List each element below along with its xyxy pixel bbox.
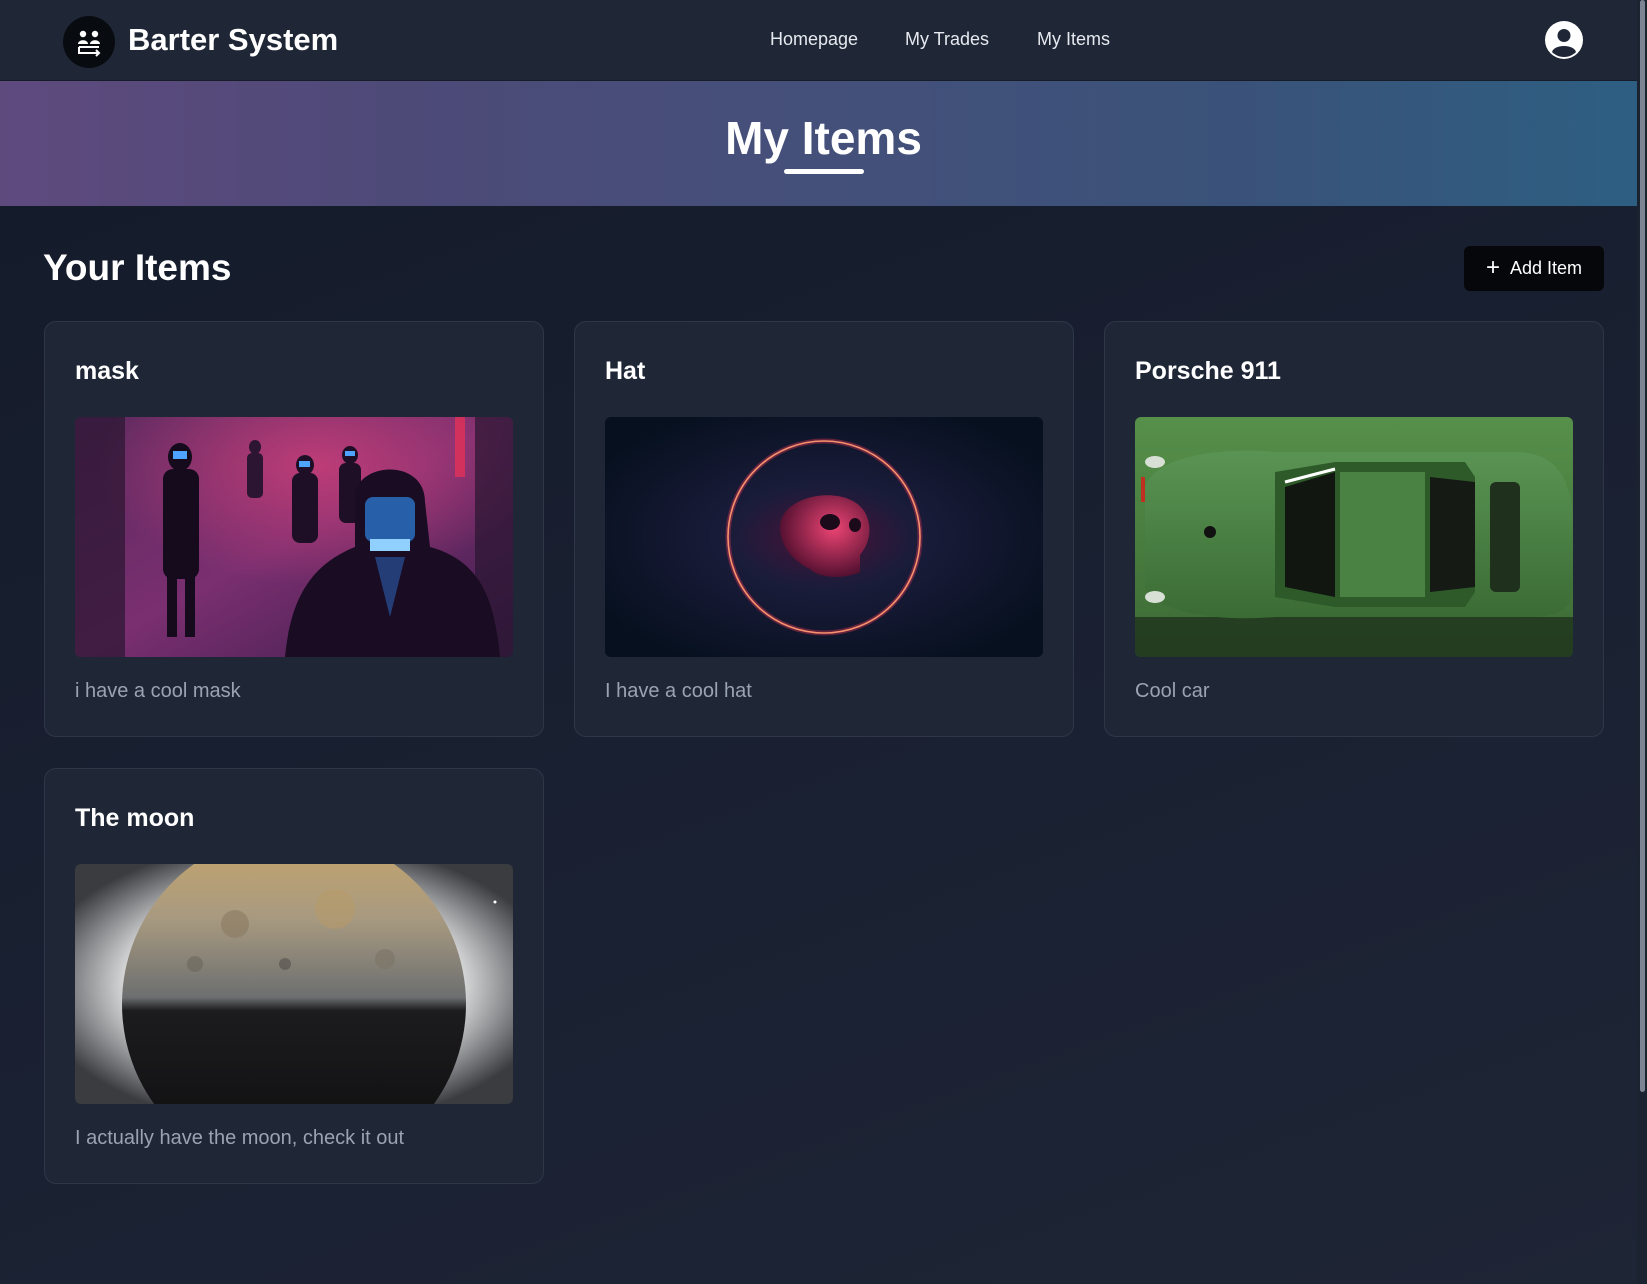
item-description: I actually have the moon, check it out xyxy=(75,1127,405,1149)
item-card[interactable]: mask i have a cool mask xyxy=(44,321,544,737)
plus-icon: + xyxy=(1485,253,1500,281)
title-underline xyxy=(784,169,864,174)
item-title: mask xyxy=(75,357,139,385)
item-image-porsche xyxy=(1135,417,1573,657)
nav-my-trades[interactable]: My Trades xyxy=(905,29,989,50)
section-title: Your Items xyxy=(43,247,232,288)
user-circle-icon[interactable] xyxy=(1545,21,1583,59)
nav-my-items[interactable]: My Items xyxy=(1037,29,1110,50)
item-title: Porsche 911 xyxy=(1135,357,1281,385)
add-item-label: Add Item xyxy=(1509,258,1583,278)
page-title: My Items xyxy=(725,112,922,164)
item-description: i have a cool mask xyxy=(75,680,241,702)
item-card[interactable]: Hat I have a cool hat xyxy=(574,321,1074,737)
brand-title[interactable]: Barter System xyxy=(128,22,338,58)
nav-homepage[interactable]: Homepage xyxy=(770,29,858,50)
navbar: Barter System Homepage My Trades My Item… xyxy=(0,0,1647,81)
item-description: I have a cool hat xyxy=(605,680,752,702)
item-image-hat xyxy=(605,417,1043,657)
hero-banner: My Items xyxy=(0,81,1647,206)
item-image-moon xyxy=(75,864,513,1104)
item-title: Hat xyxy=(605,357,646,385)
item-description: Cool car xyxy=(1135,680,1210,702)
item-card[interactable]: Porsche 911 Cool car xyxy=(1104,321,1604,737)
item-title: The moon xyxy=(75,804,195,832)
item-image-mask xyxy=(75,417,513,657)
add-item-button[interactable]: + Add Item xyxy=(1464,246,1604,291)
users-exchange-icon[interactable] xyxy=(63,16,115,68)
item-card[interactable]: The moon I actually have the moon, check… xyxy=(44,768,544,1184)
scrollbar-thumb[interactable] xyxy=(1640,0,1645,1092)
